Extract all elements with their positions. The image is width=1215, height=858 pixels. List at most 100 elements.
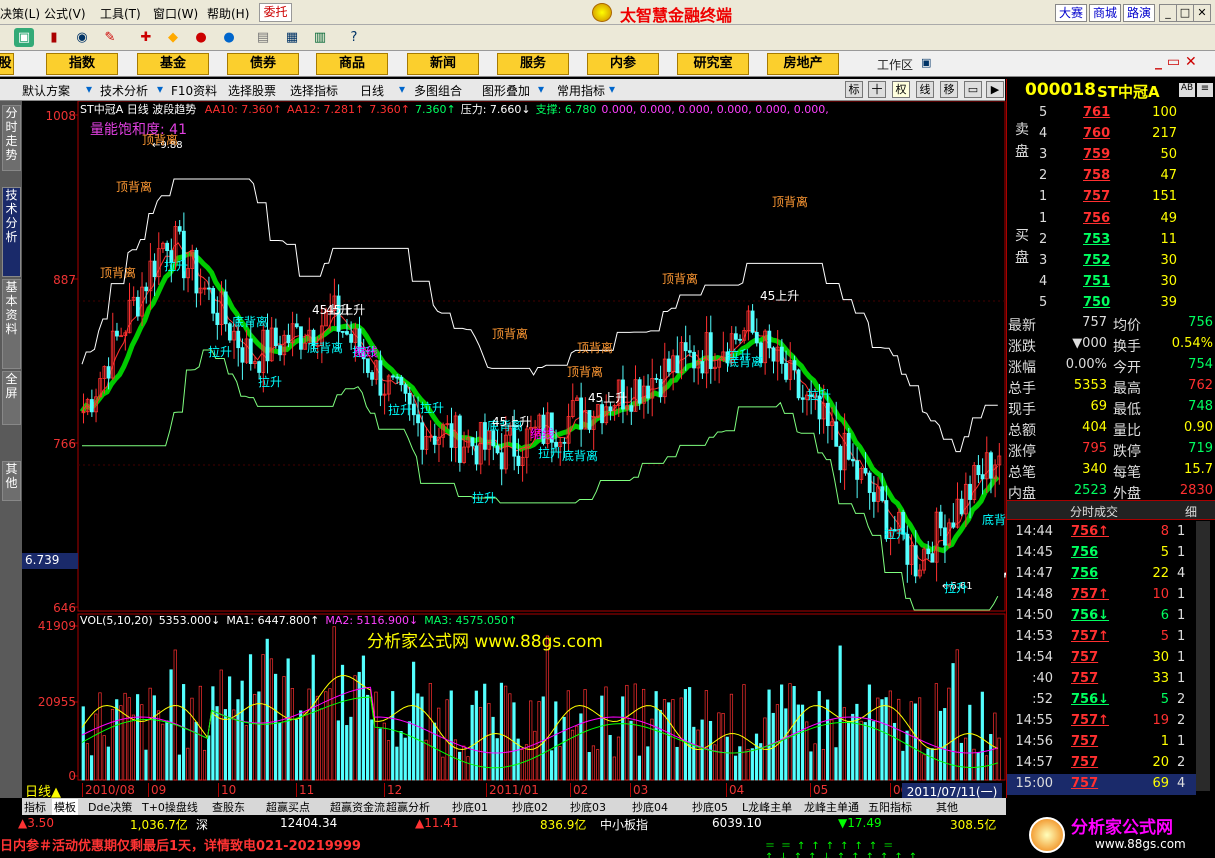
select-indicator-button[interactable]: 选择指标 [290, 82, 338, 99]
maximize-icon[interactable]: □ [1176, 4, 1194, 22]
indicator-tab[interactable]: L龙峰主单 [742, 799, 792, 815]
level-price[interactable]: 759 [1083, 147, 1110, 162]
f10-button[interactable]: F10资料 [171, 82, 217, 99]
trade-row[interactable]: 14:56 757 1 1 [1007, 732, 1196, 753]
tab-fullscreen[interactable]: 全屏 [2, 371, 21, 425]
contest-button[interactable]: 大赛 [1055, 4, 1087, 22]
nav-service-button[interactable]: 服务 [497, 53, 569, 75]
level-price[interactable]: 757 [1083, 189, 1110, 204]
trades-scrollbar[interactable] [1196, 521, 1210, 791]
nav-news-button[interactable]: 新闻 [407, 53, 479, 75]
trade-row[interactable]: 14:45 756 5 1 [1007, 543, 1196, 564]
workarea-label[interactable]: 工作区 [877, 56, 913, 73]
trade-row[interactable]: 14:50 756↓ 6 1 [1007, 606, 1196, 627]
overlay-button[interactable]: 图形叠加 [482, 82, 530, 99]
sme-index-label[interactable]: 中小板指 [600, 816, 648, 833]
close-icon[interactable]: ✕ [1193, 4, 1211, 22]
trade-row[interactable]: 14:55 757↑ 19 2 [1007, 711, 1196, 732]
trade-row[interactable]: 15:00 757 69 4 [1007, 774, 1196, 795]
select-stock-button[interactable]: 选择股票 [228, 82, 276, 99]
next-icon[interactable]: ▶ [986, 81, 1004, 98]
menu-tools[interactable]: 工具(T) [100, 5, 141, 22]
nav-realestate-button[interactable]: 房地产 [767, 53, 839, 75]
level-price[interactable]: 753 [1083, 232, 1110, 247]
menu-formula[interactable]: 公式(V) [44, 5, 86, 22]
common-indicator-button[interactable]: 常用指标 [557, 82, 605, 99]
info-icon[interactable]: ● [191, 28, 211, 47]
kline-chart[interactable]: ST中冠A 日线 波段趋势 AA10: 7.360↑ AA12: 7.281↑ 7.… [22, 101, 1015, 800]
window-icon[interactable]: ▦ [282, 28, 302, 47]
trade-row[interactable]: :52 756↓ 5 2 [1007, 690, 1196, 711]
tab-trades[interactable]: 分时成交 [1070, 503, 1118, 520]
tab-intraday[interactable]: 分时走势 [2, 105, 21, 171]
nav-research-button[interactable]: 研究室 [677, 53, 749, 75]
level-price[interactable]: 752 [1083, 253, 1110, 268]
mark-button[interactable]: 标 [845, 81, 863, 98]
level-price[interactable]: 751 [1083, 274, 1110, 289]
menu-window[interactable]: 窗口(W) [153, 5, 198, 22]
trade-row[interactable]: 14:44 756↑ 8 1 [1007, 522, 1196, 543]
nav-stock-button[interactable]: 股 [0, 53, 14, 75]
workarea-dropdown-icon[interactable]: ▣ [921, 56, 931, 69]
default-scheme-button[interactable]: 默认方案 [22, 82, 70, 99]
crosshair-button[interactable]: 十 [868, 81, 886, 98]
level-price[interactable]: 758 [1083, 168, 1110, 183]
indicator-tab[interactable]: 抄底01 [452, 799, 488, 815]
tab-fundamentals[interactable]: 基本资料 [2, 279, 21, 369]
trade-row[interactable]: 14:53 757↑ 5 1 [1007, 627, 1196, 648]
trade-row[interactable]: :40 757 33 1 [1007, 669, 1196, 690]
tab-other[interactable]: 其他 [2, 461, 21, 501]
ticker-text[interactable]: 日内参＃活动优惠期仅剩最后1天，详情致电021-20219999 [0, 835, 361, 854]
indicator-tab[interactable]: 其他 [936, 799, 958, 815]
trade-row[interactable]: 14:57 757 20 2 [1007, 753, 1196, 774]
diamond-icon[interactable]: ◆ [163, 28, 183, 47]
trade-row[interactable]: 14:54 757 30 1 [1007, 648, 1196, 669]
indicator-tab[interactable]: 龙峰主单通 [804, 799, 859, 815]
indicator-tab[interactable]: 抄底03 [570, 799, 606, 815]
indicator-tab[interactable]: 超赢资金流 [330, 799, 385, 815]
indicator-tab[interactable]: 超赢分析 [386, 799, 430, 815]
indicator-tab[interactable]: T+0操盘线 [142, 799, 198, 815]
market-sz-label[interactable]: 深 [196, 816, 208, 833]
move-button[interactable]: 移 [940, 81, 958, 98]
level-price[interactable]: 760 [1083, 126, 1110, 141]
indicator-tab[interactable]: 查股东 [212, 799, 245, 815]
indicator-tab[interactable]: 抄底02 [512, 799, 548, 815]
binoculars-icon[interactable]: ◉ [72, 28, 92, 47]
nav-insider-button[interactable]: 内参 [587, 53, 659, 75]
indicator-tab[interactable]: 超赢买点 [266, 799, 310, 815]
trade-row[interactable]: 14:47 756 22 4 [1007, 564, 1196, 585]
books-icon[interactable]: ▥ [310, 28, 330, 47]
print-icon[interactable]: ▤ [253, 28, 273, 47]
market-icon[interactable]: ▣ [14, 28, 34, 47]
list-icon[interactable]: ≡ [1197, 83, 1213, 97]
nav-commodity-button[interactable]: 商品 [316, 53, 388, 75]
period-tag[interactable]: 日线▲ [22, 781, 78, 800]
pointer-help-icon[interactable]: ? [344, 28, 364, 47]
indicator-tab[interactable]: 五阳指标 [868, 799, 912, 815]
level-price[interactable]: 750 [1083, 295, 1110, 310]
ab-icon[interactable]: AB [1179, 83, 1195, 97]
alert-icon[interactable]: ✚ [136, 28, 156, 47]
period-day-button[interactable]: 日线 [360, 82, 384, 99]
tool-icon[interactable]: ✎ [100, 28, 120, 47]
rights-button[interactable]: 权 [892, 81, 910, 98]
tech-analysis-button[interactable]: 技术分析 [100, 82, 148, 99]
indicator-tab[interactable]: Dde决策 [88, 799, 132, 815]
window-toggle-icon[interactable]: ▭ [964, 81, 982, 98]
trade-row[interactable]: 14:48 757↑ 10 1 [1007, 585, 1196, 606]
nav-bond-button[interactable]: 债券 [227, 53, 299, 75]
line-button[interactable]: 线 [916, 81, 934, 98]
entrust-button[interactable]: 委托 [259, 3, 292, 22]
level-price[interactable]: 756 [1083, 211, 1110, 226]
tab-technical[interactable]: 技术分析 [2, 187, 21, 277]
indicator-tab[interactable]: 指标 [24, 799, 46, 815]
roadshow-button[interactable]: 路演 [1123, 4, 1155, 22]
window-controls-icon[interactable]: _ ▭ ✕ [1155, 54, 1197, 70]
nav-fund-button[interactable]: 基金 [137, 53, 209, 75]
bar-chart-icon[interactable]: ▮ [44, 28, 64, 47]
indicator-tab[interactable]: 抄底05 [692, 799, 728, 815]
level-price[interactable]: 761 [1083, 105, 1110, 120]
multi-chart-button[interactable]: 多图组合 [414, 82, 462, 99]
nav-index-button[interactable]: 指数 [46, 53, 118, 75]
